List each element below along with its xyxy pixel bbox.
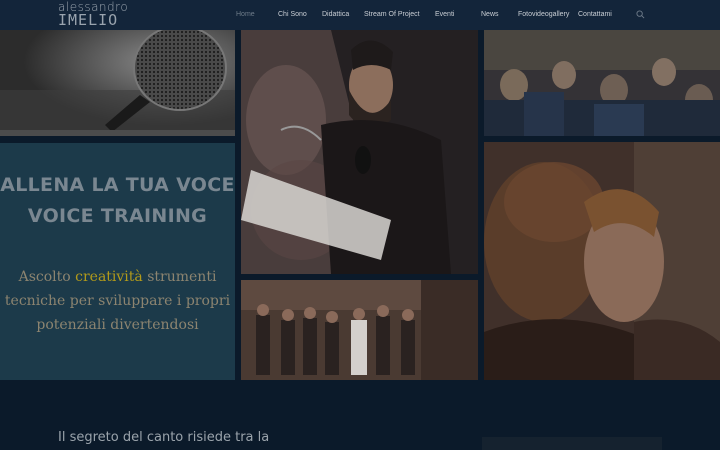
nav-item-didattica[interactable]: Didattica	[322, 11, 349, 18]
audience-photo	[484, 30, 720, 136]
panel-title-line1: ALLENA LA TUA VOCE	[0, 174, 235, 196]
panel-text-line2: tecniche per sviluppare i propri	[4, 293, 231, 309]
main-nav: Home Chi Sono Didattica Stream Of Projec…	[0, 0, 720, 30]
panel-text-highlight: creatività	[75, 269, 143, 285]
search-icon[interactable]	[636, 10, 645, 19]
microphone-photo	[0, 30, 235, 136]
close-up-faces-photo	[484, 142, 720, 380]
group-photo	[241, 280, 478, 380]
nav-item-news[interactable]: News	[481, 11, 499, 18]
panel-text-part: strumenti	[142, 269, 217, 285]
nav-item-eventi[interactable]: Eventi	[435, 11, 454, 18]
panel-title-line2: VOICE TRAINING	[27, 205, 208, 227]
nav-item-contattami[interactable]: Contattami	[578, 11, 612, 18]
nav-item-home[interactable]: Home	[236, 11, 255, 18]
panel-text-line3: potenziali divertendosi	[36, 317, 199, 333]
voice-training-panel: ALLENA LA TUA VOCE VOICE TRAINING Ascolt…	[0, 143, 235, 380]
nav-item-chi-sono[interactable]: Chi Sono	[278, 11, 307, 18]
panel-text-part: Ascolto	[18, 269, 76, 285]
intro-text: Il segreto del canto risiede tra la	[58, 430, 270, 445]
singer-reading-photo	[241, 30, 478, 274]
nav-item-stream-of-project[interactable]: Stream Of Project	[364, 11, 420, 18]
site-header: alessandro IMELIO Home Chi Sono Didattic…	[0, 0, 720, 30]
side-box	[482, 437, 662, 450]
nav-item-fotovideogallery[interactable]: Fotovideogallery	[518, 11, 569, 18]
panel-text-line1: Ascolto creatività strumenti	[0, 265, 235, 289]
